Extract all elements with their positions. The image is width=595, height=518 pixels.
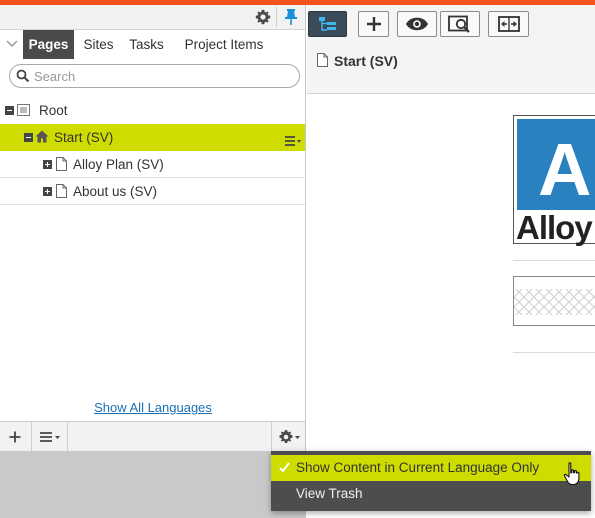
pane-overlay-strip (0, 451, 306, 518)
toggle-navigation-button[interactable] (308, 11, 347, 37)
navigation-pane: Pages Sites Tasks Project Items Root Sta… (0, 5, 306, 452)
content-divider (513, 260, 595, 261)
settings-button[interactable] (251, 6, 275, 28)
page-header: Start (SV) (307, 42, 595, 94)
show-all-languages-link[interactable]: Show All Languages (0, 400, 306, 415)
expand-toggle[interactable] (43, 187, 52, 196)
pane-footer (0, 421, 305, 452)
add-icon (366, 17, 381, 31)
placeholder-pattern (514, 289, 595, 315)
logo-wordmark: Alloy (516, 209, 593, 246)
tab-tasks[interactable]: Tasks (124, 30, 169, 59)
footer-divider (67, 422, 68, 452)
header-divider (276, 7, 277, 27)
gear-icon (255, 9, 271, 25)
collapse-tabs-button[interactable] (4, 36, 20, 52)
footer-divider (31, 422, 32, 452)
node-context-menu-button[interactable] (284, 130, 302, 146)
content-divider (513, 352, 595, 353)
add-button[interactable] (6, 428, 24, 446)
gear-icon (279, 430, 300, 444)
preview-button[interactable] (397, 11, 437, 37)
menu-item-current-language-only[interactable]: Show Content in Current Language Only (271, 455, 591, 481)
list-options-button[interactable] (38, 429, 62, 445)
tree-node-about-us[interactable]: About us (SV) (0, 178, 305, 205)
preview-eye-icon (406, 17, 428, 31)
pane-header (0, 5, 305, 30)
menu-item-view-trash[interactable]: View Trash (271, 481, 591, 507)
collapse-toggle[interactable] (24, 133, 33, 142)
root-list-icon (17, 104, 30, 116)
compare-button[interactable] (440, 11, 480, 37)
menu-item-label: Show Content in Current Language Only (296, 460, 540, 475)
search-input[interactable] (34, 67, 289, 85)
side-by-side-icon (497, 16, 520, 32)
tab-pages[interactable]: Pages (23, 30, 74, 59)
menu-dropdown-icon (285, 136, 301, 146)
page-tree-icon (318, 17, 336, 31)
collapse-toggle[interactable] (5, 106, 14, 115)
menu-item-label: View Trash (296, 486, 363, 501)
tree-node-root[interactable]: Root (0, 97, 305, 124)
page-icon (56, 157, 67, 171)
content-area-placeholder[interactable] (513, 276, 595, 326)
add-icon (9, 431, 21, 443)
logo-block[interactable]: A Alloy (513, 115, 595, 244)
footer-divider (271, 422, 272, 452)
tree-node-alloy-plan[interactable]: Alloy Plan (SV) (0, 151, 305, 178)
settings-context-menu: Show Content in Current Language Only Vi… (271, 451, 591, 511)
page-icon (317, 53, 328, 67)
tab-project-items[interactable]: Project Items (174, 30, 274, 59)
footer-settings-button[interactable] (277, 428, 303, 446)
tree-node-label: Alloy Plan (SV) (73, 157, 164, 172)
tree-node-label: Start (SV) (54, 130, 114, 145)
page-title: Start (SV) (334, 53, 398, 69)
logo-badge: A (517, 119, 595, 210)
tree-node-start[interactable]: Start (SV) (0, 124, 305, 151)
pin-pane-button[interactable] (280, 6, 302, 28)
pin-icon (285, 9, 297, 25)
list-menu-icon (40, 432, 60, 442)
tree-node-label: About us (SV) (73, 184, 158, 199)
home-icon (35, 130, 49, 143)
view-settings-button[interactable] (488, 11, 529, 37)
editing-toolbar (307, 5, 595, 42)
chevron-down-icon (6, 40, 18, 48)
compare-preview-icon (448, 15, 470, 33)
tab-sites[interactable]: Sites (77, 30, 120, 59)
pane-tabs: Pages Sites Tasks Project Items (0, 30, 305, 59)
search-icon (16, 69, 30, 83)
page-icon (56, 184, 67, 198)
add-content-button[interactable] (358, 11, 389, 37)
expand-toggle[interactable] (43, 160, 52, 169)
search-box (9, 64, 300, 88)
logo-letter: A (538, 128, 592, 211)
checkmark-icon (279, 462, 290, 473)
tree-node-label: Root (39, 103, 68, 118)
hand-cursor-icon (563, 462, 580, 486)
